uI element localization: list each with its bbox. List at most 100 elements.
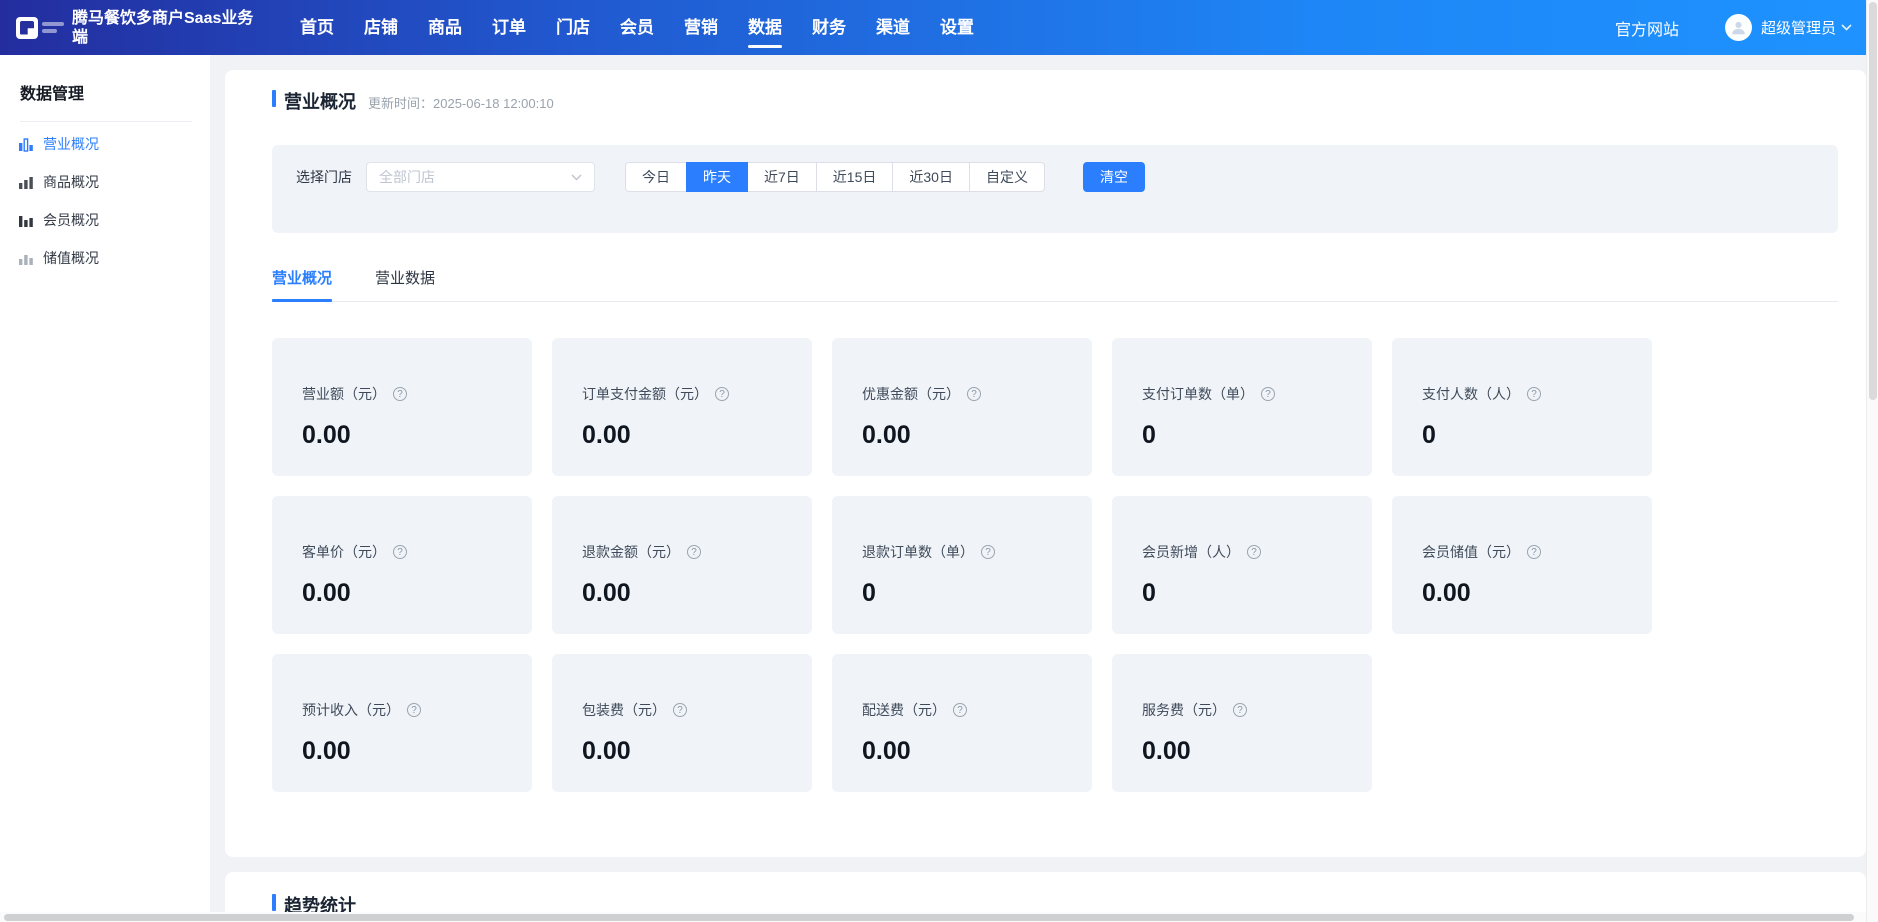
section-title-bar [272, 894, 276, 911]
store-select-label: 选择门店 [296, 162, 352, 192]
bar-chart-icon [18, 212, 35, 228]
stat-card: 会员储值（元）? 0.00 [1392, 496, 1652, 634]
stat-label: 退款订单数（单）? [862, 542, 1076, 562]
stat-value: 0 [1142, 421, 1356, 450]
help-icon[interactable]: ? [673, 703, 687, 717]
sidebar-item-product-overview[interactable]: 商品概况 [0, 163, 210, 201]
nav-item-channel[interactable]: 渠道 [876, 0, 910, 55]
stat-card: 服务费（元）? 0.00 [1112, 654, 1372, 792]
stat-value: 0 [1422, 421, 1636, 450]
date-range-button-custom[interactable]: 自定义 [969, 162, 1045, 192]
nav-item-settings[interactable]: 设置 [940, 0, 974, 55]
nav-item-home[interactable]: 首页 [300, 0, 334, 55]
stat-label: 退款金额（元）? [582, 542, 796, 562]
help-icon[interactable]: ? [393, 387, 407, 401]
sidebar-divider [20, 121, 192, 122]
bar-chart-icon [18, 136, 35, 152]
sidebar-item-member-overview[interactable]: 会员概况 [0, 201, 210, 239]
stat-value: 0.00 [582, 421, 796, 450]
stat-card: 预计收入（元）? 0.00 [272, 654, 532, 792]
official-site-link[interactable]: 官方网站 [1615, 16, 1679, 40]
section-head: 趋势统计 [272, 892, 1838, 912]
stat-value: 0 [862, 579, 1076, 608]
chevron-down-icon [571, 174, 582, 181]
top-nav: 腾马餐饮多商户Saas业务端 首页 店铺 商品 订单 门店 会员 营销 数据 财… [0, 0, 1878, 55]
section-title-bar [272, 90, 276, 107]
stats-grid: 营业额（元）? 0.00 订单支付金额（元）? 0.00 优惠金额（元）? 0.… [272, 338, 1838, 792]
sidebar-item-label: 会员概况 [43, 210, 99, 230]
logo-subtext [42, 22, 64, 33]
logo [16, 17, 38, 39]
help-icon[interactable]: ? [1247, 545, 1261, 559]
date-range-button-yesterday[interactable]: 昨天 [686, 162, 748, 192]
nav-item-store[interactable]: 门店 [556, 0, 590, 55]
help-icon[interactable]: ? [1261, 387, 1275, 401]
stat-label: 配送费（元）? [862, 700, 1076, 720]
stat-label: 预计收入（元）? [302, 700, 516, 720]
help-icon[interactable]: ? [687, 545, 701, 559]
username[interactable]: 超级管理员 [1761, 17, 1836, 38]
help-icon[interactable]: ? [967, 387, 981, 401]
sidebar-item-business-overview[interactable]: 营业概况 [0, 125, 210, 163]
store-select-placeholder: 全部门店 [379, 167, 571, 187]
stat-value: 0.00 [582, 737, 796, 766]
brand: 腾马餐饮多商户Saas业务端 [16, 9, 284, 47]
nav-item-member[interactable]: 会员 [620, 0, 654, 55]
stat-value: 0.00 [862, 421, 1076, 450]
help-icon[interactable]: ? [1233, 703, 1247, 717]
store-select[interactable]: 全部门店 [366, 162, 595, 192]
date-range-button-15d[interactable]: 近15日 [816, 162, 894, 192]
date-range-button-7d[interactable]: 近7日 [747, 162, 817, 192]
stat-value: 0.00 [1422, 579, 1636, 608]
nav-item-data[interactable]: 数据 [748, 0, 782, 55]
help-icon[interactable]: ? [407, 703, 421, 717]
help-icon[interactable]: ? [393, 545, 407, 559]
date-range-button-30d[interactable]: 近30日 [892, 162, 970, 192]
stat-value: 0.00 [582, 579, 796, 608]
nav-item-order[interactable]: 订单 [492, 0, 526, 55]
stat-value: 0.00 [302, 421, 516, 450]
horizontal-scrollbar-thumb[interactable] [4, 914, 1854, 921]
help-icon[interactable]: ? [1527, 387, 1541, 401]
sidebar-item-stored-value-overview[interactable]: 储值概况 [0, 239, 210, 277]
nav-menu: 首页 店铺 商品 订单 门店 会员 营销 数据 财务 渠道 设置 [300, 0, 974, 55]
help-icon[interactable]: ? [715, 387, 729, 401]
stat-card: 支付订单数（单）? 0 [1112, 338, 1372, 476]
tab-business-overview[interactable]: 营业概况 [272, 267, 332, 301]
horizontal-scrollbar [0, 912, 1866, 922]
sidebar-item-label: 储值概况 [43, 248, 99, 268]
stat-label: 客单价（元）? [302, 542, 516, 562]
chevron-down-icon[interactable] [1841, 24, 1852, 31]
stat-label: 会员新增（人）? [1142, 542, 1356, 562]
stat-card: 支付人数（人）? 0 [1392, 338, 1652, 476]
vertical-scrollbar [1866, 0, 1878, 922]
vertical-scrollbar-thumb[interactable] [1869, 2, 1877, 400]
section-title: 营业概况 [284, 88, 356, 114]
stat-card: 优惠金额（元）? 0.00 [832, 338, 1092, 476]
tab-business-data[interactable]: 营业数据 [375, 267, 435, 301]
help-icon[interactable]: ? [953, 703, 967, 717]
main-content: 营业概况 更新时间：2025-06-18 12:00:10 选择门店 全部门店 … [210, 55, 1878, 922]
nav-item-finance[interactable]: 财务 [812, 0, 846, 55]
help-icon[interactable]: ? [981, 545, 995, 559]
stat-card: 配送费（元）? 0.00 [832, 654, 1092, 792]
stat-value: 0.00 [1142, 737, 1356, 766]
clear-button[interactable]: 清空 [1083, 162, 1145, 192]
nav-item-shop[interactable]: 店铺 [364, 0, 398, 55]
sidebar: 数据管理 营业概况 商品概况 会员概况 储值概况 [0, 55, 210, 922]
date-range-button-today[interactable]: 今日 [625, 162, 687, 192]
sidebar-title: 数据管理 [0, 80, 210, 104]
app-title: 腾马餐饮多商户Saas业务端 [72, 9, 258, 47]
stat-card: 包装费（元）? 0.00 [552, 654, 812, 792]
stat-card: 退款金额（元）? 0.00 [552, 496, 812, 634]
nav-item-product[interactable]: 商品 [428, 0, 462, 55]
date-range-group: 今日 昨天 近7日 近15日 近30日 自定义 [625, 162, 1045, 192]
stat-card: 会员新增（人）? 0 [1112, 496, 1372, 634]
filter-bar: 选择门店 全部门店 今日 昨天 近7日 近15日 近30日 自定义 清空 [272, 145, 1838, 233]
avatar[interactable] [1725, 14, 1752, 41]
update-time: 更新时间：2025-06-18 12:00:10 [368, 93, 554, 112]
stat-label: 服务费（元）? [1142, 700, 1356, 720]
help-icon[interactable]: ? [1527, 545, 1541, 559]
sidebar-item-label: 商品概况 [43, 172, 99, 192]
nav-item-marketing[interactable]: 营销 [684, 0, 718, 55]
